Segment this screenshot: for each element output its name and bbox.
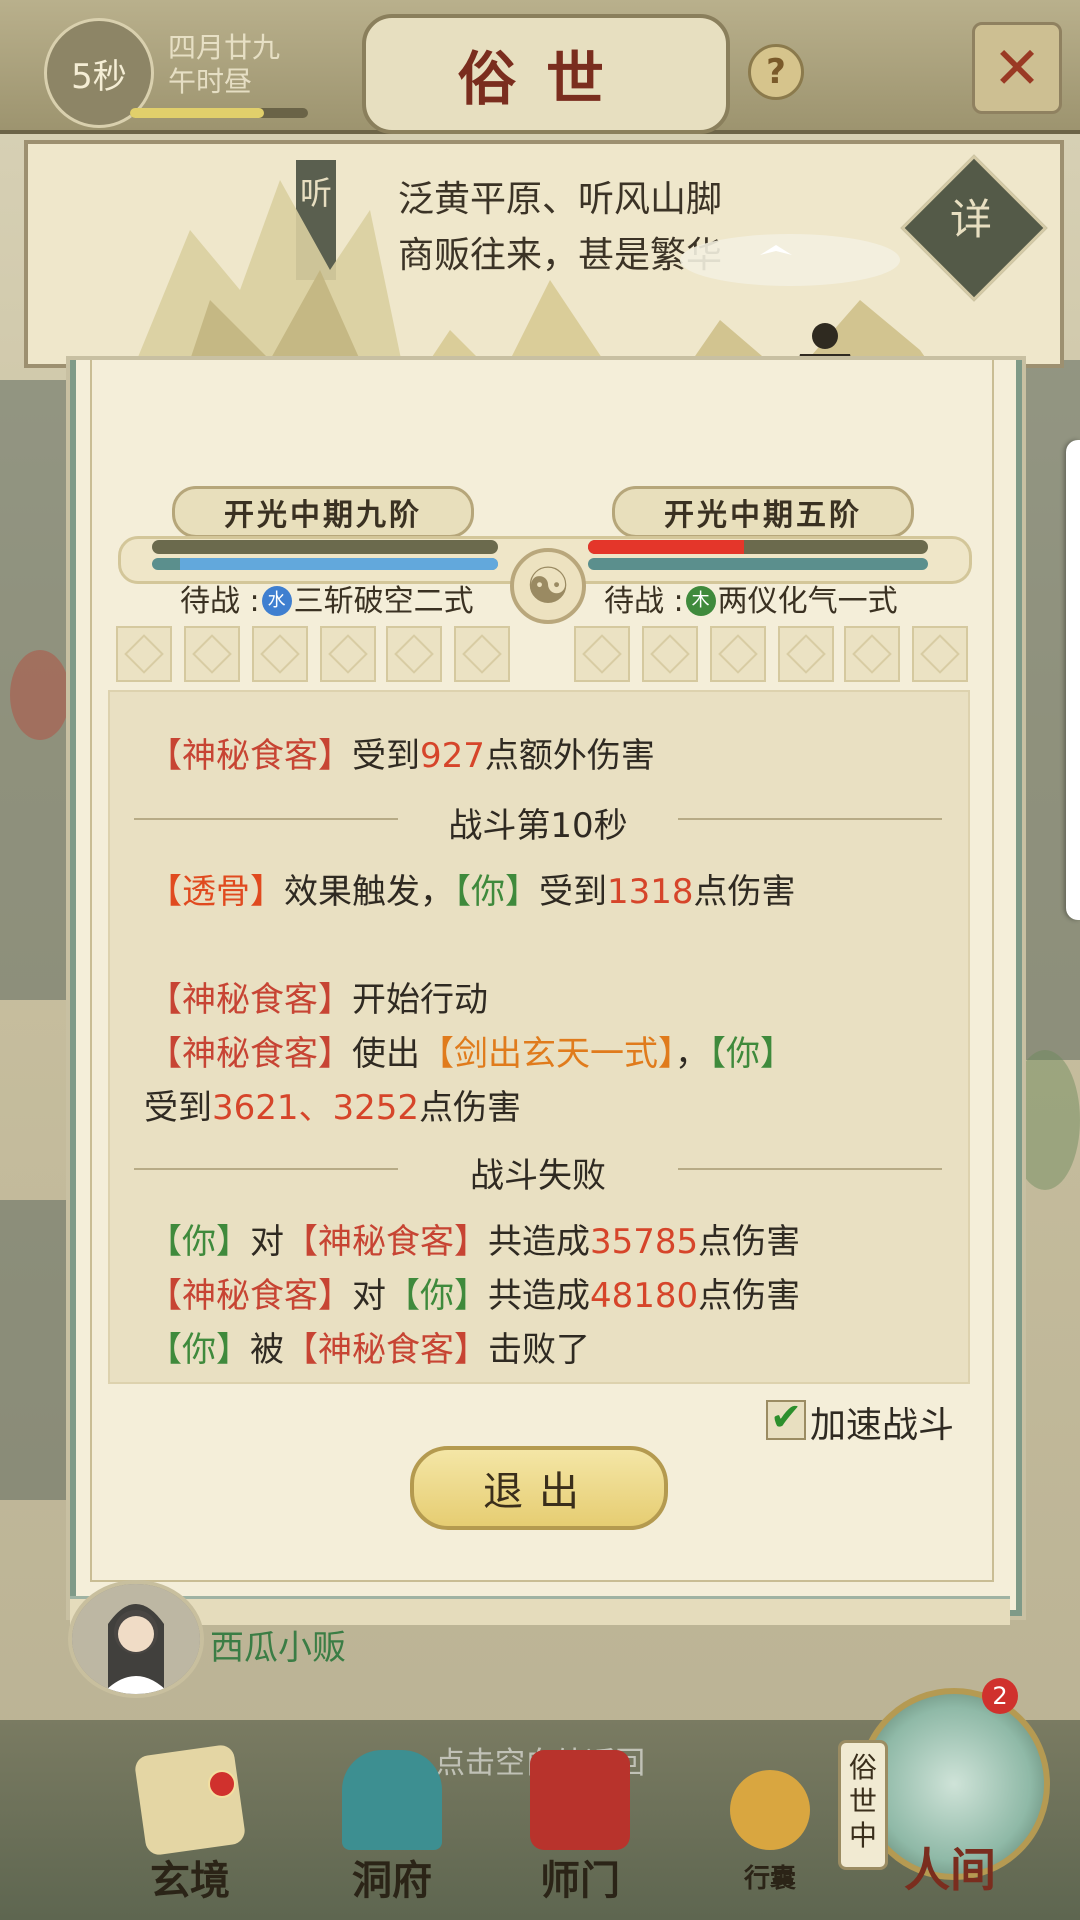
log-line: 【透骨】效果触发，【你】受到1318点伤害: [148, 872, 796, 912]
red-tree: [10, 650, 70, 740]
log-line: 【神秘食客】对【你】共造成48180点伤害: [148, 1276, 801, 1316]
help-button[interactable]: ?: [748, 44, 804, 100]
log-line: 【你】被【神秘食客】击败了: [148, 1330, 590, 1370]
nav-xuanjing[interactable]: 玄境: [110, 1730, 270, 1920]
player-skill: 三斩破空二式: [293, 584, 474, 619]
log-line: 【神秘食客】受到927点额外伤害: [148, 736, 655, 776]
speed-up-label[interactable]: 加速战斗: [810, 1396, 954, 1448]
taiji-icon: ☯: [510, 548, 586, 624]
banner-icon: [530, 1750, 630, 1850]
player-standby: 待战 : 水三斩破空二式: [180, 584, 474, 619]
time-of-day-text: 午时昼: [168, 65, 253, 98]
day-progress-fill: [130, 108, 264, 118]
player-skill-slot: [116, 626, 172, 682]
result-divider: 战斗失败: [134, 1148, 942, 1196]
nav-shimen[interactable]: 师门: [500, 1730, 660, 1920]
close-button[interactable]: ✕: [972, 22, 1062, 114]
enemy-mp-fill: [588, 558, 928, 570]
player-skill-slot: [252, 626, 308, 682]
player-mp-fill: [179, 558, 498, 570]
round-divider: 战斗第10秒: [134, 798, 942, 846]
title-plaque: 俗世: [362, 14, 730, 134]
log-line: 【你】对【神秘食客】共造成35785点伤害: [148, 1222, 801, 1262]
pavilion-icon: [342, 1750, 442, 1850]
page-title: 俗世: [457, 45, 634, 113]
player-mp-bar: [152, 558, 498, 570]
bag-icon: [730, 1770, 810, 1850]
log-line: 【神秘食客】使出【剑出玄天一式】，【你】: [148, 1034, 794, 1074]
nav-dongfu[interactable]: 洞府: [312, 1730, 472, 1920]
vendor-avatar[interactable]: [68, 1580, 204, 1698]
standby-label: 待战: [180, 584, 240, 619]
enemy-skill-slot: [710, 626, 766, 682]
check-icon: ✔: [770, 1395, 802, 1439]
day-progress-bar: [130, 108, 308, 118]
water-element-icon: 水: [261, 585, 292, 616]
standby-label: 待战: [604, 584, 664, 619]
player-hp-bar: [152, 540, 498, 554]
avatar-portrait: [72, 1584, 200, 1694]
enemy-skill-slot: [642, 626, 698, 682]
enemy-skill-slot: [912, 626, 968, 682]
nav-xingnang[interactable]: 行囊: [690, 1730, 850, 1920]
enemy-hp-fill: [588, 540, 745, 554]
vendor-name[interactable]: 西瓜小贩: [210, 1620, 346, 1669]
player-skill-slot: [454, 626, 510, 682]
player-realm: 开光中期九阶: [172, 486, 474, 538]
building-lower-left: [0, 1200, 70, 1500]
player-skill-slot: [320, 626, 376, 682]
enemy-mp-bar: [588, 558, 928, 570]
speed-up-checkbox[interactable]: ✔: [766, 1398, 806, 1440]
player-skill-slot: [184, 626, 240, 682]
player-skill-slot: [386, 626, 442, 682]
enemy-skill-slot: [574, 626, 630, 682]
enemy-skill: 两仪化气一式: [717, 584, 898, 619]
edge-panel-handle[interactable]: [1066, 440, 1080, 920]
renjian-badge: 2: [982, 1678, 1018, 1714]
scroll-icon: [133, 1743, 247, 1857]
enemy-realm: 开光中期五阶: [612, 486, 914, 538]
enemy-standby: 待战 : 木两仪化气一式: [604, 584, 898, 619]
wood-element-icon: 木: [685, 585, 716, 616]
player-hp-fill: [152, 540, 498, 554]
log-line: 受到3621、3252点伤害: [144, 1088, 522, 1128]
exit-button[interactable]: 退出: [410, 1446, 668, 1530]
notification-dot: [208, 1770, 236, 1798]
renjian-label: 人间: [904, 1843, 996, 1897]
enemy-skill-slot: [778, 626, 834, 682]
enemy-hp-bar: [588, 540, 928, 554]
log-line: 【神秘食客】开始行动: [148, 980, 488, 1020]
top-bar: 5秒 四月廿九 午时昼 俗世 ? ✕: [0, 0, 1080, 134]
close-icon: ✕: [992, 34, 1042, 102]
enemy-skill-slot: [844, 626, 900, 682]
